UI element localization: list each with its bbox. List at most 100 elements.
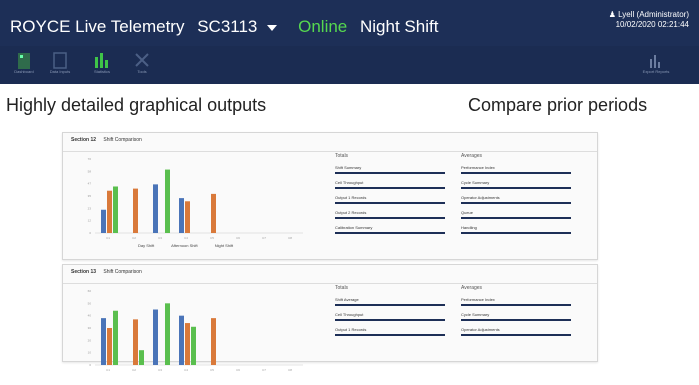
bar[interactable] bbox=[211, 193, 216, 233]
y-tick-label: 50 bbox=[88, 301, 92, 305]
metric: Output 2 Records bbox=[335, 210, 445, 219]
totals-column: Totals Shift Average Cell Throughput Out… bbox=[335, 285, 445, 342]
bar[interactable] bbox=[133, 319, 138, 365]
bar-chart: 0 12 23 35 47 58 70 C1 C2 C3 C4 C5 C6 C7 C8 bbox=[88, 157, 303, 240]
nav-item-data-inputs[interactable]: Data Inputs bbox=[42, 51, 78, 74]
x-tick-label: C2 bbox=[132, 368, 136, 372]
chart-legend: Day Shift Afternoon Shift Night Shift bbox=[138, 243, 249, 248]
metric-label: Shift Average bbox=[335, 297, 359, 302]
shift-label: Night Shift bbox=[360, 17, 439, 36]
bar[interactable] bbox=[113, 186, 118, 233]
bar[interactable] bbox=[153, 309, 158, 366]
metric-bar bbox=[335, 232, 445, 234]
main-nav: Dashboard Data Inputs Statistics Tools E… bbox=[0, 46, 699, 84]
metric-label: Handling bbox=[461, 225, 477, 230]
column-heading: Averages bbox=[461, 285, 483, 291]
totals-column: Totals Shift Summary Cell Throughput Out… bbox=[335, 153, 445, 240]
bar[interactable] bbox=[113, 310, 118, 365]
status-online: Online bbox=[298, 17, 348, 36]
user-datetime: 10/02/2020 02:21:44 bbox=[615, 20, 689, 29]
y-tick-label: 70 bbox=[88, 157, 92, 161]
metric: Cycle Summary bbox=[461, 180, 571, 189]
building-icon bbox=[18, 53, 30, 69]
bar[interactable] bbox=[185, 201, 190, 233]
x-tick-label: C1 bbox=[106, 368, 110, 372]
metric-bar bbox=[461, 319, 571, 321]
metric-label: Operator Adjustments bbox=[461, 195, 500, 200]
metric-bar bbox=[461, 187, 571, 189]
bar[interactable] bbox=[139, 350, 144, 365]
bar[interactable] bbox=[179, 198, 184, 233]
x-tick-label: C6 bbox=[236, 368, 240, 372]
metric-bar bbox=[335, 217, 445, 219]
metric-label: Calibration Summary bbox=[335, 225, 373, 230]
nav-label: Tools bbox=[137, 69, 147, 74]
bar-chart: 0 10 20 30 40 50 60 C1 C2 C3 C4 C5 C6 C7 C8 bbox=[88, 289, 303, 372]
y-tick-label: 47 bbox=[88, 182, 92, 186]
bar[interactable] bbox=[211, 318, 216, 365]
site-selector[interactable]: SC3113 bbox=[197, 17, 285, 36]
bar[interactable] bbox=[133, 188, 138, 233]
bar[interactable] bbox=[101, 318, 106, 365]
metric: Output 1 Records bbox=[335, 327, 445, 336]
y-tick-label: 0 bbox=[89, 231, 91, 235]
nav-item-statistics[interactable]: Statistics bbox=[84, 51, 120, 74]
column-heading: Averages bbox=[461, 153, 483, 159]
metric-bar bbox=[461, 232, 571, 234]
metric: Calibration Summary bbox=[335, 225, 445, 234]
metric: Cell Throughput bbox=[335, 180, 445, 189]
user-icon: ♟ bbox=[608, 10, 616, 19]
metric-label: Performance Index bbox=[461, 165, 495, 170]
x-tick-label: C4 bbox=[184, 368, 188, 372]
y-tick-label: 0 bbox=[89, 363, 91, 367]
metric-label: Cell Throughput bbox=[335, 180, 364, 185]
bar[interactable] bbox=[191, 326, 196, 365]
metric-label: Performance Index bbox=[461, 297, 495, 302]
headline-left: Highly detailed graphical outputs bbox=[6, 95, 267, 115]
x-tick-label: C7 bbox=[262, 236, 266, 240]
nav-item-export-reports[interactable]: Export Reports bbox=[636, 51, 676, 74]
bar[interactable] bbox=[165, 303, 170, 365]
bar[interactable] bbox=[107, 328, 112, 365]
bar[interactable] bbox=[165, 169, 170, 233]
y-tick-label: 58 bbox=[88, 169, 92, 173]
metric-label: Output 2 Records bbox=[335, 210, 367, 215]
nav-item-dashboard[interactable]: Dashboard bbox=[6, 51, 42, 74]
nav-label: Dashboard bbox=[14, 69, 34, 74]
bar[interactable] bbox=[153, 184, 158, 233]
bar[interactable] bbox=[185, 323, 190, 365]
y-tick-label: 40 bbox=[88, 314, 92, 318]
bar[interactable] bbox=[107, 190, 112, 233]
panel-subtitle: Shift Comparison bbox=[103, 269, 142, 275]
app-title: ROYCE Live Telemetry bbox=[10, 17, 185, 36]
y-tick-label: 30 bbox=[88, 326, 92, 330]
chevron-down-icon bbox=[267, 24, 278, 31]
x-tick-label: C4 bbox=[184, 236, 188, 240]
panel-title: Section 13 bbox=[71, 269, 97, 275]
chart-panel: Section 12 Shift Comparison 0 12 23 35 47 58 7… bbox=[62, 132, 598, 260]
metric-bar bbox=[335, 304, 445, 306]
metric-bar bbox=[461, 217, 571, 219]
metric: Cycle Summary bbox=[461, 312, 571, 321]
nav-item-tools[interactable]: Tools bbox=[124, 51, 160, 74]
x-tick-label: C8 bbox=[288, 368, 292, 372]
metric-bar bbox=[335, 319, 445, 321]
y-tick-label: 35 bbox=[88, 194, 92, 198]
metric-bar bbox=[461, 304, 571, 306]
bar[interactable] bbox=[101, 209, 106, 233]
user-info[interactable]: ♟ Lyell (Administrator) 10/02/2020 02:21… bbox=[609, 10, 689, 30]
bar-chart-icon bbox=[95, 53, 108, 68]
y-tick-label: 20 bbox=[88, 338, 92, 342]
metric-label: Cycle Summary bbox=[461, 312, 490, 317]
metric-bar bbox=[461, 334, 571, 336]
y-tick-label: 12 bbox=[88, 219, 92, 223]
tools-icon bbox=[135, 53, 149, 67]
chart-panel: Section 13 Shift Comparison 0 10 20 30 40 50 6… bbox=[62, 264, 598, 372]
metric: Shift Summary bbox=[335, 165, 445, 174]
metric-label: Queue bbox=[461, 210, 474, 215]
bar[interactable] bbox=[179, 315, 184, 365]
metric-label: Cell Throughput bbox=[335, 312, 364, 317]
metric: Shift Average bbox=[335, 297, 445, 306]
x-tick-label: C7 bbox=[262, 368, 266, 372]
metric-bar bbox=[335, 202, 445, 204]
